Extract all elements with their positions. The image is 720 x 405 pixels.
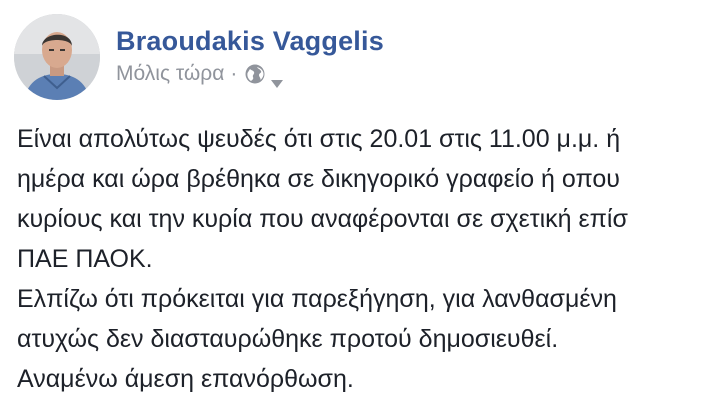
post-text-line: Ελπίζω ότι πρόκειται για παρεξήγηση, για… [17,285,617,313]
avatar[interactable] [14,14,100,100]
chevron-down-icon[interactable] [270,69,284,88]
post-text-line: κυρίους και την κυρία που αναφέρονται σε… [17,205,628,233]
post-text-line: ΠΑΕ ΠΑΟΚ. [17,245,153,273]
post-body: Είναι απολύτως ψευδές ότι στις 20.01 στι… [17,119,720,399]
post-header: Braoudakis Vaggelis Μόλις τώρα · [14,14,384,104]
post-text-line: ημέρα και ώρα βρέθηκα σε δικηγορικό γραφ… [17,165,620,193]
author-name[interactable]: Braoudakis Vaggelis [116,24,384,58]
post-subline: Μόλις τώρα · [116,60,384,88]
globe-icon[interactable] [244,63,266,85]
post-text-line: ατυχώς δεν διασταυρώθηκε προτού δημοσιευ… [17,325,559,353]
facebook-post: Braoudakis Vaggelis Μόλις τώρα · Είναι α… [0,0,720,405]
post-text-line: Αναμένω άμεση επανόρθωση. [17,365,354,393]
post-timestamp[interactable]: Μόλις τώρα [116,60,224,88]
post-text-line: Είναι απολύτως ψευδές ότι στις 20.01 στι… [17,125,621,153]
post-meta: Braoudakis Vaggelis Μόλις τώρα · [116,24,384,88]
meta-separator: · [230,62,238,85]
